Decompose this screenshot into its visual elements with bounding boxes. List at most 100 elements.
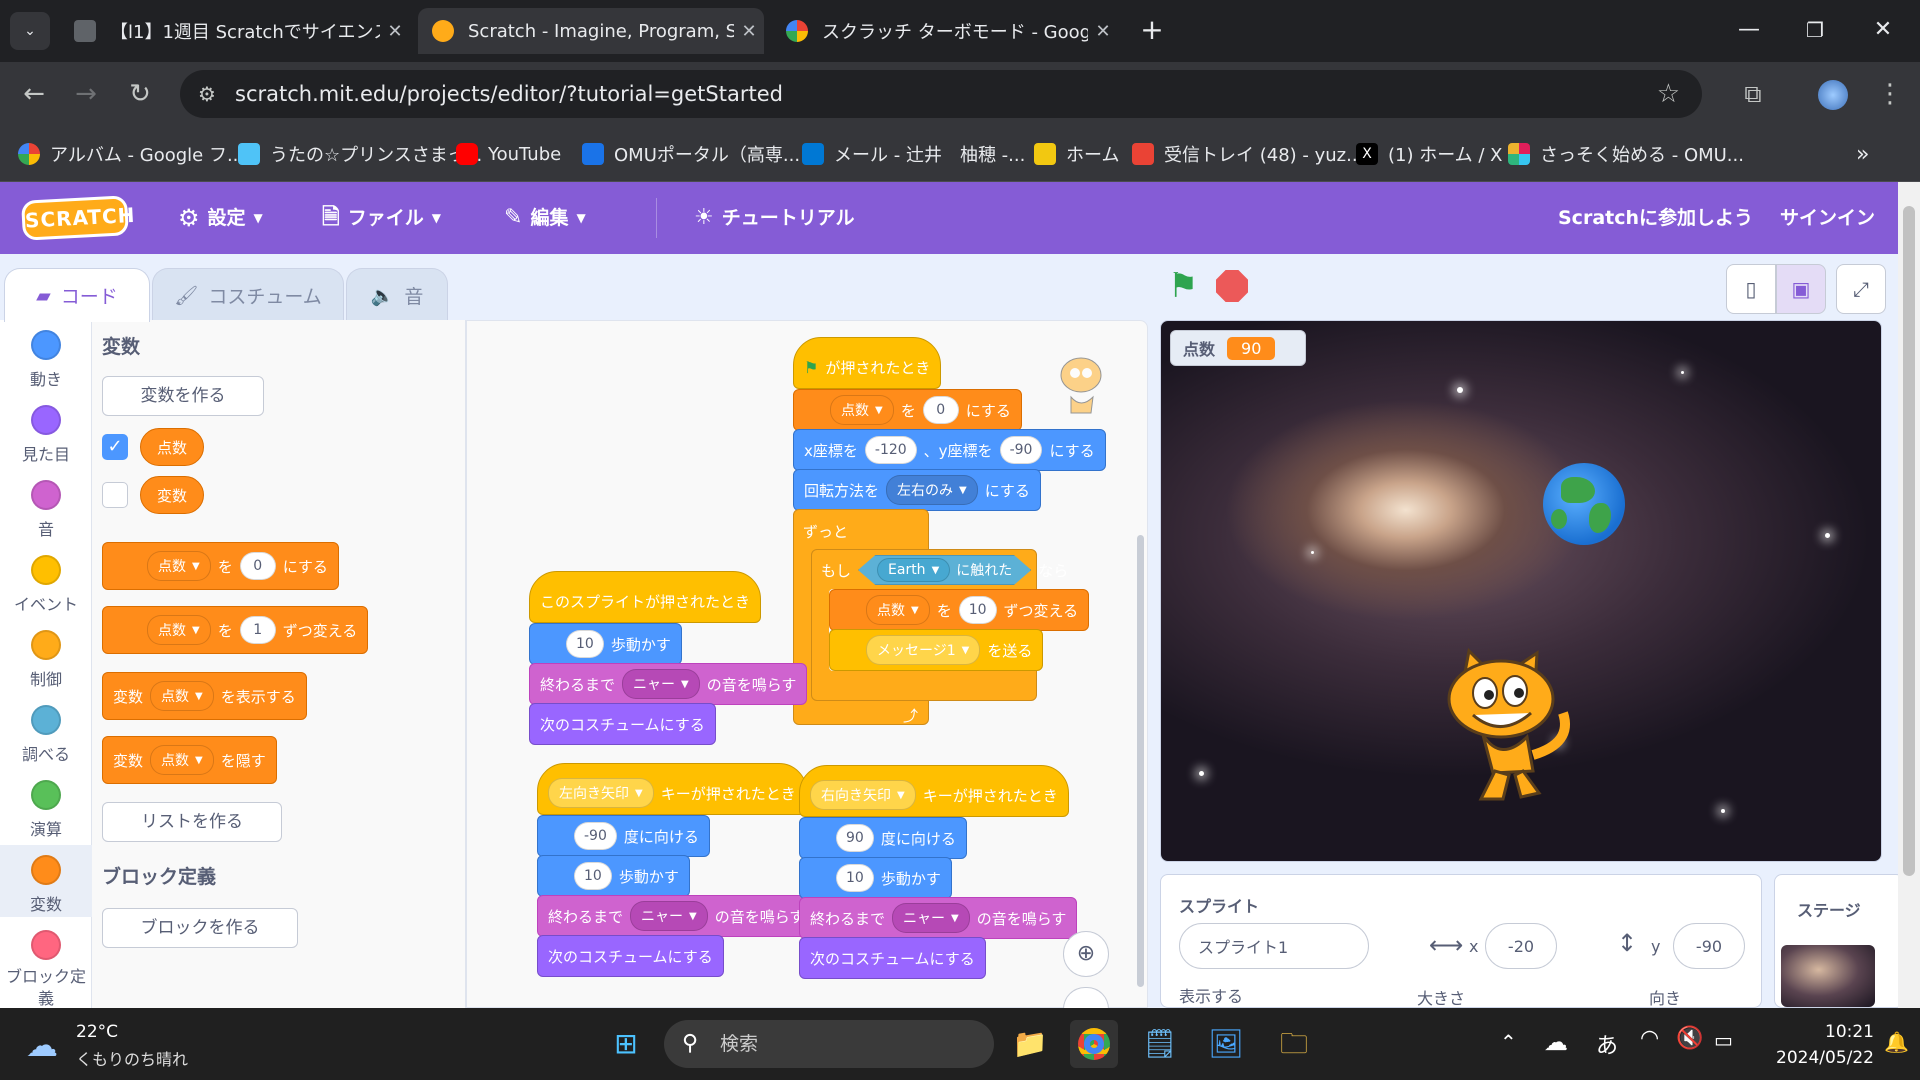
browser-tab-classroom[interactable]: 【l1】1週目 Scratchでサイエンスアー ✕ <box>60 8 410 54</box>
scratch-logo[interactable]: SCRATCH <box>21 195 136 241</box>
next-costume-block[interactable]: 次のコスチュームにする <box>529 703 716 745</box>
browser-tab-scratch[interactable]: Scratch - Imagine, Program, Sha ✕ <box>418 8 764 54</box>
zoom-out-button[interactable] <box>1063 987 1109 1009</box>
tab-costumes[interactable]: 🖌 コスチューム <box>152 268 344 322</box>
bookmark-item[interactable]: 受信トレイ (48) - yuz... <box>1132 140 1363 168</box>
stage-canvas[interactable] <box>1160 320 1882 862</box>
category-operators[interactable]: 演算 <box>0 780 92 840</box>
sound-dropdown[interactable]: ニャー ▼ <box>630 901 708 931</box>
scrollbar-thumb[interactable] <box>1903 206 1915 876</box>
variable-dropdown[interactable]: 点数 ▼ <box>147 551 211 581</box>
bookmark-item[interactable]: うたの☆プリンスさまっ... <box>238 140 482 168</box>
file-menu[interactable]: 🗎 ファイル ▼ <box>322 182 441 254</box>
onedrive-icon[interactable]: ☁ <box>1544 1028 1568 1056</box>
number-input[interactable]: 10 <box>836 864 874 892</box>
close-tab-icon[interactable]: ✕ <box>1088 21 1118 42</box>
close-window-button[interactable]: ✕ <box>1858 12 1908 48</box>
code-area[interactable]: ⚑ が押されたとき 点数 ▼ を 0 にする x座標を -120 、y座標を -9… <box>466 320 1148 1009</box>
forward-icon[interactable]: → <box>64 72 108 116</box>
category-sound[interactable]: 音 <box>0 480 92 540</box>
hide-variable-block[interactable]: 変数 点数 ▼ を隠す <box>102 736 277 784</box>
small-stage-button[interactable]: ▯ <box>1726 264 1776 314</box>
category-variables[interactable]: 変数 <box>0 845 92 917</box>
close-tab-icon[interactable]: ✕ <box>380 21 410 42</box>
var1-checkbox[interactable]: ✓ <box>102 434 128 460</box>
bookmark-item[interactable]: YouTube <box>456 140 561 168</box>
move-steps-block[interactable]: 10 歩動かす <box>799 857 952 899</box>
set-variable-block[interactable]: 点数 ▼ を 0 にする <box>102 542 339 590</box>
stage-thumbnail[interactable] <box>1781 945 1875 1007</box>
join-scratch-link[interactable]: Scratchに参加しよう <box>1558 182 1753 254</box>
number-input[interactable]: -90 <box>999 436 1043 464</box>
notepad-icon[interactable]: 🗒 <box>1136 1020 1184 1068</box>
code-area-scrollbar[interactable] <box>1137 535 1144 987</box>
var2-checkbox[interactable] <box>102 482 128 508</box>
broadcast-block[interactable]: メッセージ1 ▼ を送る <box>829 629 1044 671</box>
cat-sprite[interactable] <box>1423 643 1579 807</box>
variable-dropdown[interactable]: 点数 ▼ <box>830 395 894 425</box>
chrome-menu-icon[interactable]: ⋮ <box>1868 72 1912 116</box>
message-dropdown[interactable]: メッセージ1 ▼ <box>866 635 981 665</box>
variable-dropdown[interactable]: 点数 ▼ <box>150 745 214 775</box>
sound-dropdown[interactable]: ニャー ▼ <box>622 669 700 699</box>
address-bar[interactable]: ⚙ scratch.mit.edu/projects/editor/?tutor… <box>180 70 1702 118</box>
next-costume-block[interactable]: 次のコスチュームにする <box>799 937 986 979</box>
play-sound-until-done-block[interactable]: 終わるまで ニャー ▼ の音を鳴らす <box>537 895 816 937</box>
bookmark-item[interactable]: さっそく始める - OMU... <box>1508 140 1744 168</box>
minimize-button[interactable]: — <box>1724 12 1774 48</box>
site-info-icon[interactable]: ⚙ <box>198 70 216 118</box>
zoom-in-button[interactable]: ⊕ <box>1063 931 1109 977</box>
tab-code[interactable]: ▰ コード <box>4 268 150 322</box>
make-variable-button[interactable]: 変数を作る <box>102 376 264 416</box>
sprite-name-field[interactable]: スプライト1 <box>1179 923 1369 969</box>
file-explorer-icon[interactable]: 📁 <box>1006 1020 1054 1068</box>
variable-dropdown[interactable]: 点数 ▼ <box>147 615 211 645</box>
variable-dropdown[interactable]: 点数 ▼ <box>150 681 214 711</box>
number-input[interactable]: 1 <box>239 616 276 644</box>
back-icon[interactable]: ← <box>12 72 56 116</box>
category-motion[interactable]: 動き <box>0 330 92 390</box>
make-list-button[interactable]: リストを作る <box>102 802 282 842</box>
change-variable-block[interactable]: 点数 ▼ を 1 ずつ変える <box>102 606 369 654</box>
stage-selector-panel[interactable]: ステージ <box>1774 874 1904 1008</box>
category-sensing[interactable]: 調べる <box>0 705 92 765</box>
large-stage-button[interactable]: ▣ <box>1776 264 1826 314</box>
move-steps-block[interactable]: 10 歩動かす <box>529 623 682 665</box>
category-myblocks[interactable]: ブロック定義 <box>0 930 92 1010</box>
sprite-x-field[interactable]: -20 <box>1485 923 1557 969</box>
touching-object-dropdown[interactable]: Earth ▼ <box>877 558 951 582</box>
page-scrollbar[interactable] <box>1898 182 1920 1008</box>
category-control[interactable]: 制御 <box>0 630 92 690</box>
variable-dropdown[interactable]: 点数 ▼ <box>866 595 930 625</box>
when-key-pressed-left-block[interactable]: 左向き矢印 ▼ キーが押されたとき <box>537 763 807 815</box>
extensions-icon[interactable]: ⧉ <box>1731 72 1775 116</box>
new-tab-button[interactable]: + <box>1127 12 1177 48</box>
taskbar-search[interactable]: ⚲ 検索 <box>664 1020 994 1068</box>
close-tab-icon[interactable]: ✕ <box>734 21 764 42</box>
documents-icon[interactable]: 🗀 <box>1270 1020 1318 1068</box>
number-input[interactable]: -120 <box>864 436 917 464</box>
signin-link[interactable]: サインイン <box>1780 182 1875 254</box>
bookmark-item[interactable]: メール - 辻井 柚穂 -... <box>802 140 1025 168</box>
chevron-up-icon[interactable]: ⌃ <box>1500 1030 1517 1054</box>
category-looks[interactable]: 見た目 <box>0 405 92 465</box>
weather-cloud-icon[interactable]: ☁ <box>26 1026 58 1064</box>
number-input[interactable]: 0 <box>239 552 276 580</box>
edit-menu[interactable]: ✎ 編集 ▼ <box>504 182 586 254</box>
chrome-icon[interactable] <box>1070 1020 1118 1068</box>
bookmark-item[interactable]: X (1) ホーム / X <box>1356 140 1503 168</box>
bookmark-item[interactable]: OMUポータル（高専... <box>582 140 800 168</box>
when-flag-clicked-block[interactable]: ⚑ が押されたとき <box>793 337 942 389</box>
fullscreen-button[interactable]: ⤢ <box>1836 264 1886 314</box>
point-in-direction-block[interactable]: -90 度に向ける <box>537 815 710 857</box>
when-key-pressed-right-block[interactable]: 右向き矢印 ▼ キーが押されたとき <box>799 765 1069 817</box>
goto-xy-block[interactable]: x座標を -120 、y座標を -90 にする <box>793 429 1106 471</box>
play-sound-until-done-block[interactable]: 終わるまで ニャー ▼ の音を鳴らす <box>529 663 808 705</box>
show-variable-block[interactable]: 変数 点数 ▼ を表示する <box>102 672 307 720</box>
bookmark-item[interactable]: ホーム <box>1034 140 1119 168</box>
number-input[interactable]: 10 <box>958 596 997 624</box>
change-variable-block[interactable]: 点数 ▼ を 10 ずつ変える <box>829 589 1090 631</box>
speaker-muted-icon[interactable]: 🔇 <box>1676 1026 1703 1051</box>
make-block-button[interactable]: ブロックを作る <box>102 908 298 948</box>
wifi-icon[interactable]: ◠ <box>1640 1026 1659 1051</box>
